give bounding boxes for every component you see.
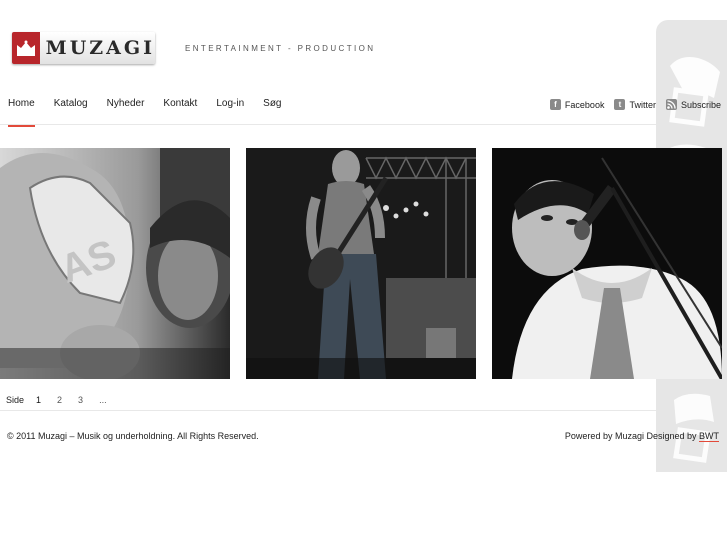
facebook-icon: f	[549, 99, 561, 110]
nav-item-katalog[interactable]: Katalog	[54, 98, 88, 127]
nav-item-kontakt[interactable]: Kontakt	[163, 98, 197, 127]
twitter-link[interactable]: t Twitter	[614, 99, 656, 110]
gallery-photo-1[interactable]: AS	[0, 148, 230, 379]
page-link-3[interactable]: 3	[76, 395, 85, 411]
facebook-link[interactable]: f Facebook	[549, 99, 605, 110]
nav-item-search[interactable]: Søg	[263, 98, 281, 127]
twitter-label: Twitter	[629, 99, 656, 110]
nav-item-nyheder[interactable]: Nyheder	[107, 98, 145, 127]
logo[interactable]: MUZAGI	[12, 32, 155, 64]
designer-link[interactable]: BWT	[699, 431, 719, 442]
brand-name: MUZAGI	[45, 37, 155, 59]
page-link-2[interactable]: 2	[55, 395, 64, 411]
rss-icon	[665, 99, 677, 110]
nav-divider	[0, 124, 656, 125]
page-link-more[interactable]: ...	[97, 395, 109, 411]
page-link-1[interactable]: 1	[28, 395, 50, 411]
facebook-label: Facebook	[564, 99, 605, 110]
subscribe-label: Subscribe	[680, 99, 721, 110]
gallery-photo-3[interactable]	[492, 148, 722, 379]
subscribe-link[interactable]: Subscribe	[665, 99, 721, 110]
footer-divider	[0, 410, 656, 411]
gallery-photo-2[interactable]	[246, 148, 476, 379]
nav-item-log-in[interactable]: Log-in	[216, 98, 244, 127]
social-links: f Facebook t Twitter Subscribe	[549, 99, 721, 110]
pagination: Side 1 2 3 ...	[6, 395, 121, 411]
nav-item-home[interactable]: Home	[8, 98, 35, 127]
powered-by-text: Powered by Muzagi Designed by	[564, 431, 699, 441]
main-nav: Home Katalog Nyheder Kontakt Log-in Søg	[8, 98, 301, 127]
crown-icon	[12, 32, 40, 64]
copyright-text: © 2011 Muzagi – Musik og underholdning. …	[7, 431, 259, 441]
twitter-icon: t	[614, 99, 626, 110]
tagline: ENTERTAINMENT - PRODUCTION	[185, 44, 376, 53]
pagination-label: Side	[6, 395, 25, 405]
powered-by: Powered by Muzagi Designed by BWT	[564, 431, 719, 442]
